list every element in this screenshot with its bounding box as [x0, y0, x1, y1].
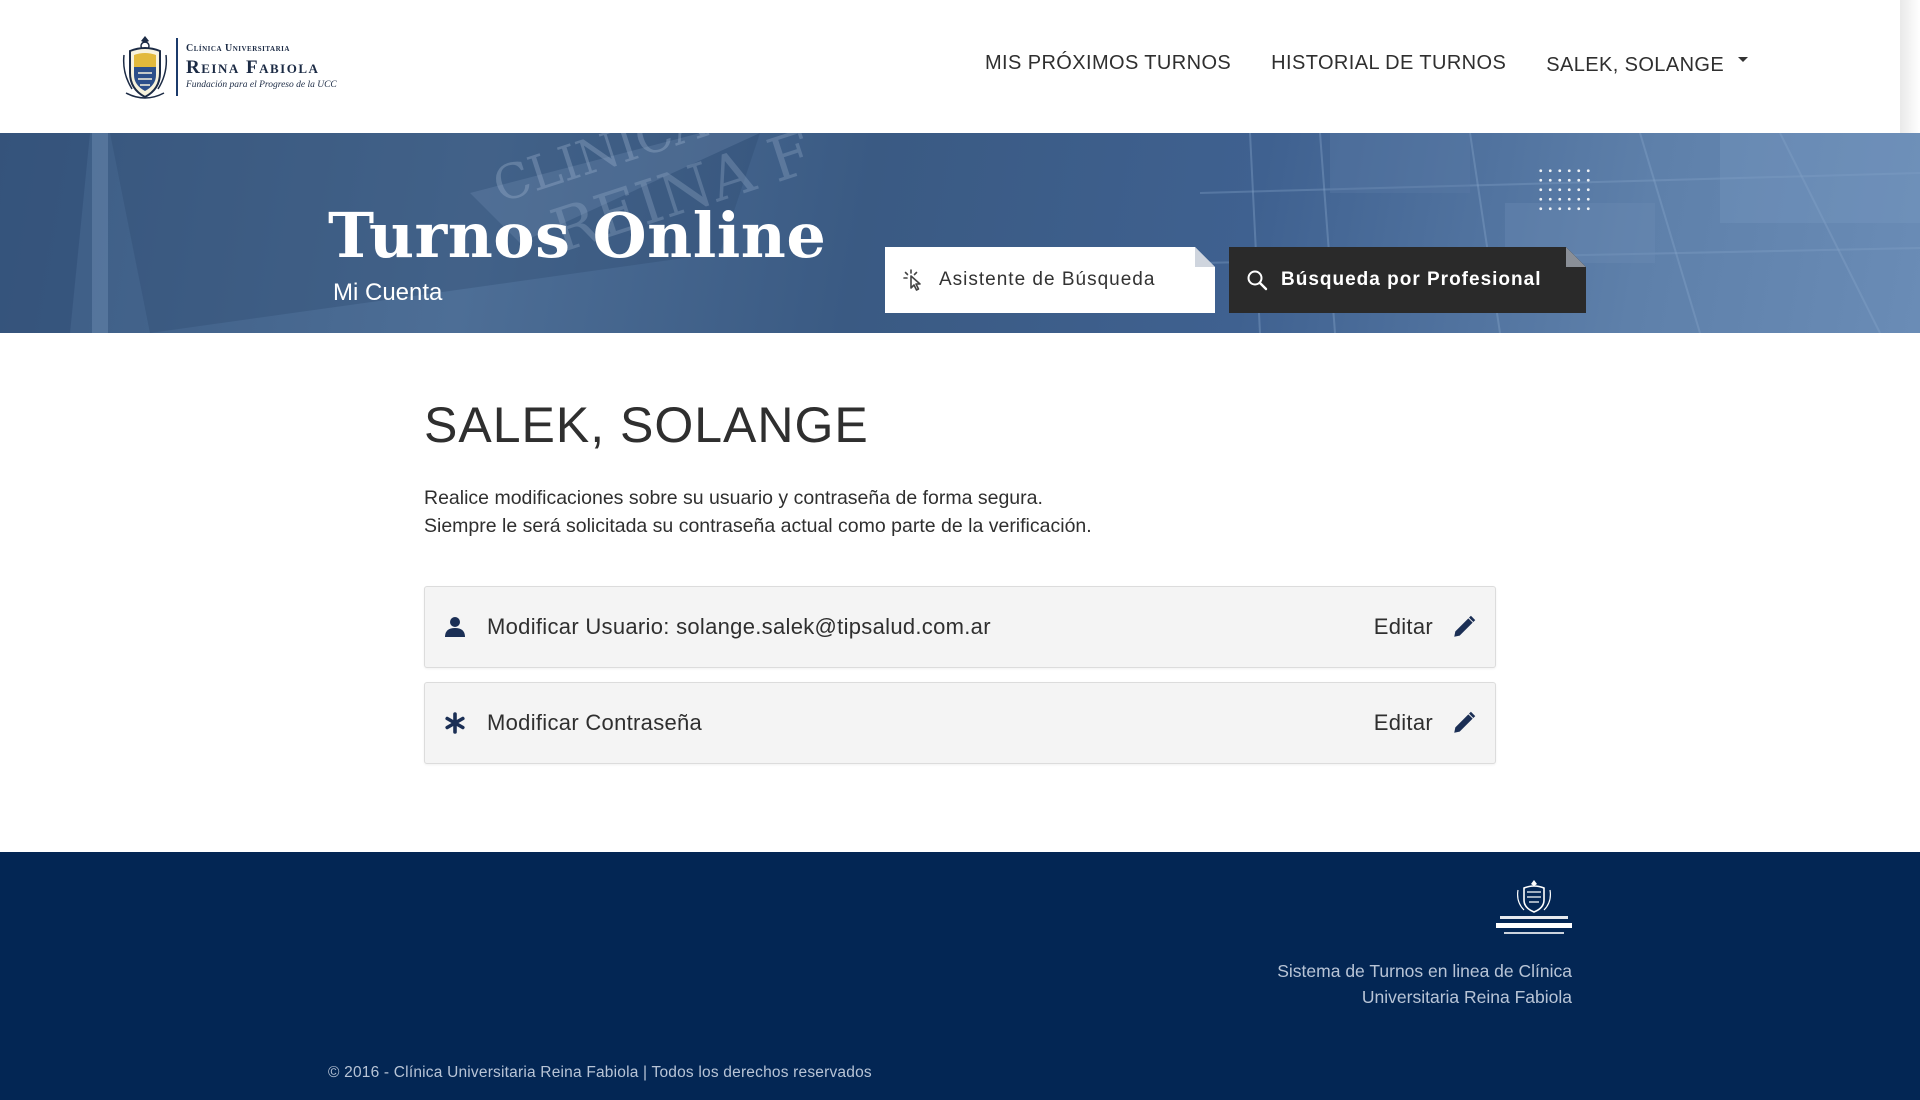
pencil-icon [1454, 711, 1476, 733]
footer-description-line-2: Universitaria Reina Fabiola [1361, 987, 1572, 1007]
edit-username-label: Editar [1373, 614, 1433, 639]
logo-line-3: Fundación para el Progreso de la UCC [186, 79, 337, 90]
modify-username-label: Modificar Usuario: solange.salek@tipsalu… [487, 614, 991, 639]
nav-upcoming-appointments[interactable]: MIS PRÓXIMOS TURNOS [985, 52, 1231, 75]
search-by-professional-button[interactable]: Búsqueda por Profesional [1229, 247, 1586, 313]
pencil-icon [1454, 615, 1476, 637]
edit-password-button[interactable]: Editar [1374, 710, 1477, 736]
intro-line-1: Realice modificaciones sobre su usuario … [424, 487, 1043, 509]
modify-username-card: Modificar Usuario: solange.salek@tipsalu… [424, 586, 1496, 668]
nav-appointment-history[interactable]: HISTORIAL DE TURNOS [1271, 52, 1506, 75]
edit-password-label: Editar [1373, 710, 1433, 735]
main-nav: MIS PRÓXIMOS TURNOS HISTORIAL DE TURNOS … [985, 52, 1749, 77]
copyright-text: © 2016 - Clínica Universitaria Reina Fab… [328, 1064, 872, 1081]
header-edge-shadow [1900, 0, 1920, 133]
footer-description: Sistema de Turnos en linea de Clínica Un… [1172, 958, 1572, 1010]
modify-password-label: Modificar Contraseña [487, 710, 703, 735]
site-header: Clínica Universitaria Reina Fabiola Fund… [0, 0, 1900, 133]
clinic-logo[interactable]: Clínica Universitaria Reina Fabiola Fund… [120, 32, 350, 102]
search-icon [1247, 270, 1268, 291]
banner-subtitle: Mi Cuenta [333, 279, 443, 306]
decorative-dots [1536, 166, 1594, 216]
logo-text: Clínica Universitaria Reina Fabiola Fund… [186, 42, 337, 91]
footer-description-line-1: Sistema de Turnos en linea de Clínica [1277, 961, 1572, 981]
search-by-professional-label: Búsqueda por Profesional [1281, 269, 1542, 290]
intro-line-2: Siempre le será solicitada su contraseña… [424, 515, 1092, 537]
user-menu-label: SALEK, SOLANGE [1546, 54, 1725, 76]
asterisk-icon [445, 712, 465, 734]
modify-password-card: Modificar Contraseña Editar [424, 682, 1496, 764]
search-assistant-label: Asistente de Búsqueda [939, 269, 1156, 290]
caret-down-icon [1738, 57, 1749, 62]
banner-title: Turnos Online [328, 199, 827, 272]
edit-username-button[interactable]: Editar [1374, 614, 1477, 640]
user-icon [445, 617, 465, 637]
hero-banner: CLINICA REINA F Turnos Online Mi Cuenta … [0, 133, 1920, 333]
logo-line-2: Reina Fabiola [186, 56, 320, 78]
account-section: SALEK, SOLANGE Realice modificaciones so… [424, 400, 1496, 764]
page-title: SALEK, SOLANGE [424, 397, 869, 453]
pointer-click-icon [903, 269, 921, 291]
clinic-crest-icon [122, 36, 168, 99]
search-assistant-button[interactable]: Asistente de Búsqueda [885, 247, 1215, 313]
user-menu-dropdown[interactable]: SALEK, SOLANGE [1546, 54, 1749, 77]
footer-clinic-logo-icon [1496, 880, 1572, 934]
logo-line-1: Clínica Universitaria [186, 42, 290, 54]
site-footer: Sistema de Turnos en linea de Clínica Un… [0, 852, 1920, 1100]
intro-text: Realice modificaciones sobre su usuario … [424, 484, 1496, 540]
logo-divider [176, 38, 178, 96]
